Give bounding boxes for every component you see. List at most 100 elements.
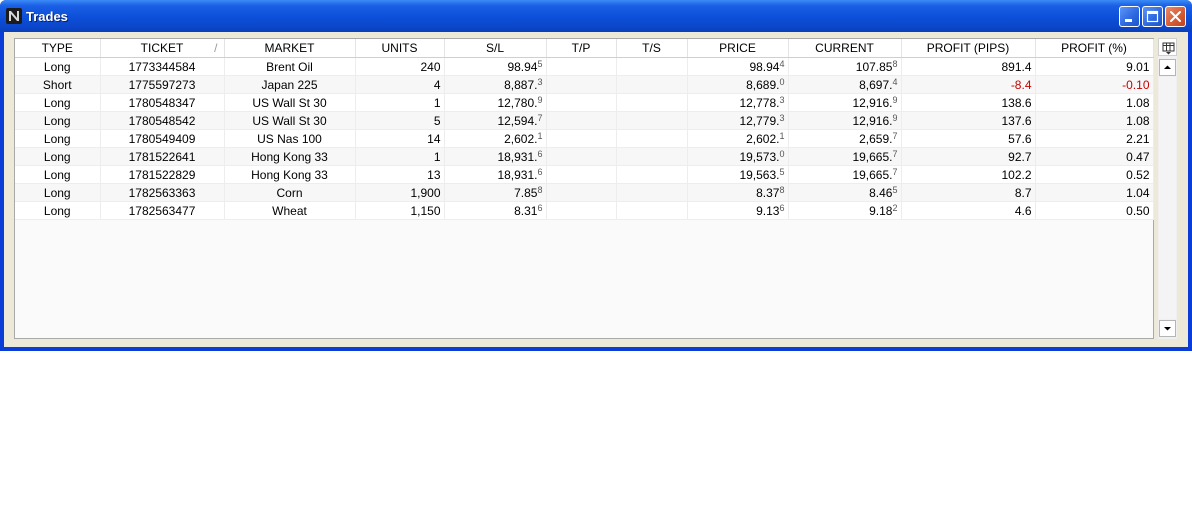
table-row[interactable]: Long 1780549409 US Nas 100 14 2,602.1 2,602.1… bbox=[15, 129, 1154, 148]
cell-ticket: 1781522829 bbox=[100, 165, 225, 184]
window-client-area: TYPE TICKET / MARKET UNITS S/L T/P T/S PR… bbox=[4, 32, 1188, 347]
cell-sl: 7.858 bbox=[444, 183, 547, 202]
cell-profit-pips: 137.6 bbox=[901, 111, 1036, 130]
cell-ts bbox=[616, 129, 688, 148]
column-header-profit-pct[interactable]: PROFIT (%) bbox=[1035, 39, 1154, 58]
table-row[interactable]: Long 1781522829 Hong Kong 33 13 18,931.6 19,5… bbox=[15, 165, 1154, 184]
cell-market: Corn bbox=[224, 183, 356, 202]
minimize-button[interactable] bbox=[1119, 6, 1140, 27]
column-header-market[interactable]: MARKET bbox=[224, 39, 356, 58]
price-pipette: 6 bbox=[779, 202, 785, 213]
cell-type: Long bbox=[15, 111, 101, 130]
cell-market: US Wall St 30 bbox=[224, 111, 356, 130]
cell-units: 5 bbox=[355, 111, 445, 130]
close-button[interactable] bbox=[1165, 6, 1186, 27]
cell-units: 4 bbox=[355, 75, 445, 94]
cell-ts bbox=[616, 75, 688, 94]
cell-market: Wheat bbox=[224, 201, 356, 220]
cell-profit-pips: 92.7 bbox=[901, 147, 1036, 166]
price-main: 2,602. bbox=[504, 131, 538, 146]
price-pipette: 3 bbox=[537, 76, 543, 87]
table-row[interactable]: Long 1780548347 US Wall St 30 1 12,780.9 12,7… bbox=[15, 93, 1154, 112]
price-main: 8,697. bbox=[859, 77, 893, 92]
app-logo-icon[interactable] bbox=[6, 8, 22, 24]
scroll-down-button[interactable] bbox=[1159, 320, 1176, 337]
column-header-sl[interactable]: S/L bbox=[444, 39, 547, 58]
window-title: Trades bbox=[26, 9, 68, 24]
cell-ts bbox=[616, 183, 688, 202]
scroll-up-button[interactable] bbox=[1159, 59, 1176, 76]
table-row[interactable]: Long 1782563477 Wheat 1,150 8.316 9.136 9.182 4… bbox=[15, 201, 1154, 220]
cell-sl: 8,887.3 bbox=[444, 75, 547, 94]
scrollbar-track[interactable] bbox=[1159, 77, 1176, 319]
price-pipette: 0 bbox=[779, 76, 785, 87]
cell-profit-pct: 0.47 bbox=[1035, 147, 1154, 166]
cell-sl: 18,931.6 bbox=[444, 165, 547, 184]
cell-units: 13 bbox=[355, 165, 445, 184]
price-main: 19,573. bbox=[739, 149, 780, 164]
column-header-type[interactable]: TYPE bbox=[15, 39, 101, 58]
price-main: 19,563. bbox=[739, 167, 780, 182]
vertical-scrollbar[interactable] bbox=[1158, 38, 1177, 339]
price-main: 8.37 bbox=[756, 185, 780, 200]
cell-market: Hong Kong 33 bbox=[224, 165, 356, 184]
price-pipette: 8 bbox=[537, 184, 543, 195]
price-main: 12,916. bbox=[852, 113, 893, 128]
price-main: 8,887. bbox=[504, 77, 538, 92]
cell-tp bbox=[546, 201, 617, 220]
table-row[interactable]: Long 1780548542 US Wall St 30 5 12,594.7 12,7… bbox=[15, 111, 1154, 130]
price-main: 98.94 bbox=[749, 59, 780, 74]
cell-profit-pct: 9.01 bbox=[1035, 57, 1154, 76]
trades-table: TYPE TICKET / MARKET UNITS S/L T/P T/S PR… bbox=[15, 39, 1154, 220]
cell-profit-pct: 1.08 bbox=[1035, 111, 1154, 130]
title-bar[interactable]: Trades bbox=[0, 0, 1192, 32]
column-header-ticket[interactable]: TICKET / bbox=[100, 39, 225, 58]
table-row[interactable]: Long 1782563363 Corn 1,900 7.858 8.378 8.465 8.… bbox=[15, 183, 1154, 202]
cell-units: 1 bbox=[355, 93, 445, 112]
cell-profit-pips: 4.6 bbox=[901, 201, 1036, 220]
cell-ticket: 1782563477 bbox=[100, 201, 225, 220]
cell-market: Brent Oil bbox=[224, 57, 356, 76]
close-icon bbox=[1170, 11, 1181, 22]
cell-sl: 8.316 bbox=[444, 201, 547, 220]
column-header-units[interactable]: UNITS bbox=[355, 39, 445, 58]
cell-current: 19,665.7 bbox=[788, 147, 902, 166]
cell-current: 9.182 bbox=[788, 201, 902, 220]
cell-price: 19,573.0 bbox=[687, 147, 789, 166]
table-row[interactable]: Short 1775597273 Japan 225 4 8,887.3 8,689.0 8… bbox=[15, 75, 1154, 94]
cell-tp bbox=[546, 165, 617, 184]
table-row[interactable]: Long 1781522641 Hong Kong 33 1 18,931.6 19,57… bbox=[15, 147, 1154, 166]
cell-profit-pct: 2.21 bbox=[1035, 129, 1154, 148]
cell-ticket: 1780548347 bbox=[100, 93, 225, 112]
column-chooser-button[interactable] bbox=[1158, 38, 1177, 56]
cell-sl: 98.945 bbox=[444, 57, 547, 76]
cell-type: Long bbox=[15, 183, 101, 202]
table-row[interactable]: Long 1773344584 Brent Oil 240 98.945 98.944 10… bbox=[15, 57, 1154, 76]
column-header-tp[interactable]: T/P bbox=[546, 39, 617, 58]
price-pipette: 1 bbox=[537, 130, 543, 141]
price-pipette: 5 bbox=[537, 58, 543, 69]
price-pipette: 7 bbox=[537, 112, 543, 123]
cell-price: 19,563.5 bbox=[687, 165, 789, 184]
price-main: 2,602. bbox=[746, 131, 780, 146]
column-header-profit-pips[interactable]: PROFIT (PIPS) bbox=[901, 39, 1036, 58]
cell-profit-pips: 57.6 bbox=[901, 129, 1036, 148]
table-body: Long 1773344584 Brent Oil 240 98.945 98.944 10… bbox=[15, 57, 1154, 220]
cell-ticket: 1780548542 bbox=[100, 111, 225, 130]
column-header-current[interactable]: CURRENT bbox=[788, 39, 902, 58]
cell-profit-pips: 138.6 bbox=[901, 93, 1036, 112]
price-main: 12,594. bbox=[497, 113, 538, 128]
cell-tp bbox=[546, 75, 617, 94]
price-main: 18,931. bbox=[497, 167, 538, 182]
cell-price: 8,689.0 bbox=[687, 75, 789, 94]
price-pipette: 6 bbox=[537, 148, 543, 159]
cell-current: 12,916.9 bbox=[788, 111, 902, 130]
price-pipette: 0 bbox=[779, 148, 785, 159]
cell-ts bbox=[616, 147, 688, 166]
price-pipette: 2 bbox=[892, 202, 898, 213]
column-header-price[interactable]: PRICE bbox=[687, 39, 789, 58]
column-header-ts[interactable]: T/S bbox=[616, 39, 688, 58]
price-pipette: 4 bbox=[892, 76, 898, 87]
cell-market: Hong Kong 33 bbox=[224, 147, 356, 166]
maximize-button[interactable] bbox=[1142, 6, 1163, 27]
